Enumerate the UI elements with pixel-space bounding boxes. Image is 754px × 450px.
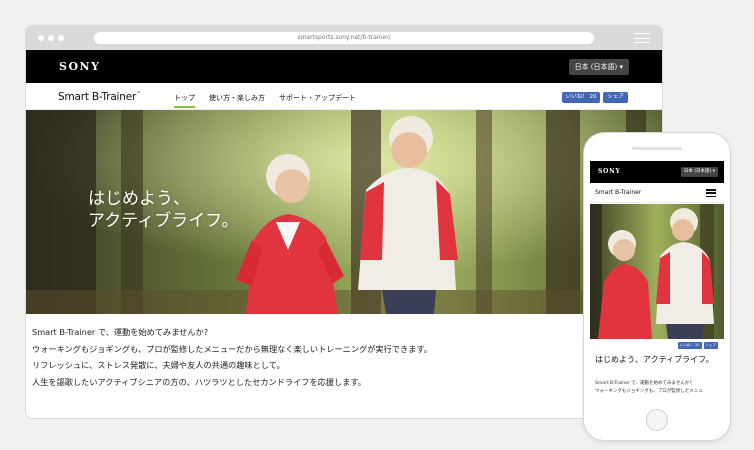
phone-screen: SONY 日本 (日本語) ▾ Smart B-Trainer いいね！ 20 …	[590, 161, 724, 405]
phone-social-buttons: いいね！ 20 シェア	[677, 342, 718, 349]
sony-logo[interactable]: SONY	[59, 60, 100, 73]
nav-menu: トップ 使い方・楽しみ方 サポート・アップデート	[174, 93, 356, 108]
phone-site-brand[interactable]: Smart B-Trainer	[595, 189, 641, 196]
address-bar[interactable]: smartsports.sony.net/b-trainer/	[94, 32, 594, 44]
phone-intro-line: Smart B-Trainer で、運動を始めてみませんか?	[595, 381, 692, 386]
facebook-share-button[interactable]: シェア	[603, 92, 628, 103]
social-buttons: いいね！ 20 シェア	[561, 92, 628, 103]
phone-intro-text: Smart B-Trainer で、運動を始めてみませんか? ウォーキングもジョ…	[595, 380, 703, 396]
nav-item-how-to-use[interactable]: 使い方・楽しみ方	[209, 93, 265, 108]
intro-line: 人生を謳歌したいアクティブシニアの方の、ハツラツとしたセカンドライフを応援します…	[32, 376, 366, 387]
phone-sony-header: SONY 日本 (日本語) ▾	[590, 161, 724, 183]
phone-hero-image	[590, 204, 724, 339]
intro-line: Smart B-Trainer で、運動を始めてみませんか?	[32, 327, 209, 337]
phone-hero-heading: はじめよう、アクティブライフ。	[595, 355, 714, 364]
browser-menu-icon[interactable]	[634, 33, 650, 43]
phone-intro-line: ウォーキングもジョギングも、プロが監修したメニュ	[595, 389, 703, 394]
nav-item-support[interactable]: サポート・アップデート	[279, 93, 356, 108]
window-dots	[38, 35, 64, 41]
language-selector[interactable]: 日本 (日本語) ▾	[568, 59, 629, 75]
nav-item-top[interactable]: トップ	[174, 93, 195, 108]
hero-headline: はじめよう、 アクティブライフ。	[88, 188, 238, 232]
phone-home-button[interactable]	[646, 409, 668, 431]
hamburger-menu-icon[interactable]	[706, 189, 716, 197]
intro-text: Smart B-Trainer で、運動を始めてみませんか? ウォーキングもジョ…	[32, 324, 432, 390]
intro-line: ウォーキングもジョギングも、プロが監修したメニューだから無理なく楽しいトレーニン…	[32, 343, 432, 354]
site-navigation: Smart B-Trainer™ トップ 使い方・楽しみ方 サポート・アップデー…	[26, 83, 662, 110]
sony-header: SONY 日本 (日本語) ▾	[26, 50, 662, 83]
phone-speaker	[632, 147, 682, 150]
phone-share-button[interactable]: シェア	[703, 342, 718, 349]
phone-mockup: SONY 日本 (日本語) ▾ Smart B-Trainer いいね！ 20 …	[584, 133, 730, 440]
hero-headline-line1: はじめよう、	[88, 189, 190, 209]
hero-headline-line2: アクティブライフ。	[88, 211, 239, 231]
hero-image: はじめよう、 アクティブライフ。	[26, 110, 662, 314]
phone-site-navigation: Smart B-Trainer	[590, 183, 724, 203]
phone-hero-photo	[590, 204, 724, 339]
phone-language-selector[interactable]: 日本 (日本語) ▾	[680, 167, 718, 177]
intro-line: リフレッシュに、ストレス発散に、夫婦や友人の共通の趣味として。	[32, 360, 285, 370]
browser-toolbar: smartsports.sony.net/b-trainer/	[26, 26, 662, 50]
facebook-like-button[interactable]: いいね！ 20	[561, 92, 601, 103]
site-brand[interactable]: Smart B-Trainer™	[58, 91, 141, 103]
phone-like-button[interactable]: いいね！ 20	[677, 342, 702, 349]
phone-sony-logo[interactable]: SONY	[598, 168, 621, 175]
